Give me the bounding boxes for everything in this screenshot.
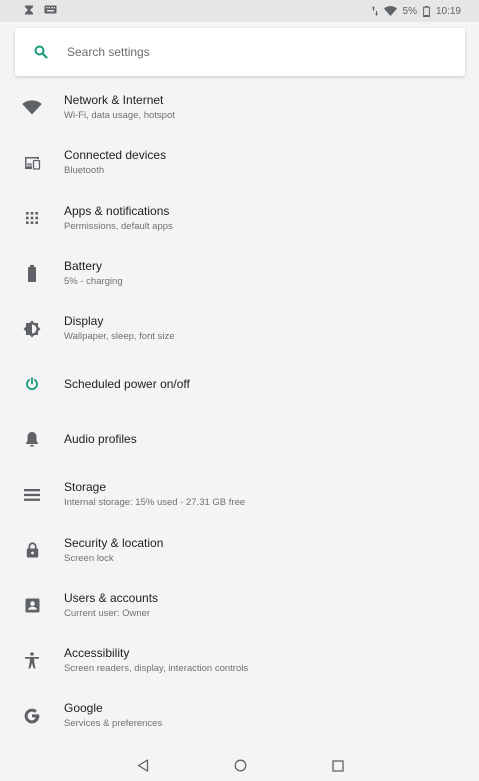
setting-texts: Users & accounts Current user: Owner <box>64 591 158 620</box>
setting-texts: Google Services & preferences <box>64 701 162 730</box>
setting-texts: Security & location Screen lock <box>64 536 163 565</box>
devices-icon <box>0 156 64 170</box>
setting-google[interactable]: Google Services & preferences <box>0 688 479 743</box>
search-placeholder: Search settings <box>67 45 150 59</box>
status-bar-left <box>24 5 57 18</box>
search-bar[interactable]: Search settings <box>15 28 465 76</box>
power-icon <box>0 377 64 391</box>
lock-icon <box>0 542 64 558</box>
setting-texts: Battery 5% - charging <box>64 259 123 288</box>
hourglass-icon <box>24 5 34 18</box>
setting-summary: Current user: Owner <box>64 607 151 619</box>
setting-summary: Internal storage: 15% used - 27.31 GB fr… <box>64 497 246 509</box>
setting-title: Connected devices <box>64 148 167 163</box>
setting-network-internet[interactable]: Network & Internet Wi-Fi, data usage, ho… <box>0 80 479 135</box>
settings-list: Network & Internet Wi-Fi, data usage, ho… <box>0 80 479 744</box>
setting-summary: Services & preferences <box>64 718 163 730</box>
wifi-icon <box>0 100 64 115</box>
google-icon <box>0 707 64 725</box>
setting-summary: 5% - charging <box>64 276 123 288</box>
account-icon <box>0 598 64 613</box>
setting-scheduled-power[interactable]: Scheduled power on/off <box>0 356 479 411</box>
battery-status-icon <box>423 5 430 17</box>
setting-title: Accessibility <box>64 646 130 661</box>
data-arrows-icon <box>371 6 378 16</box>
battery-percent: 5% <box>402 5 417 17</box>
setting-title: Google <box>64 701 103 716</box>
status-bar: 5% 10:19 <box>0 0 479 22</box>
setting-security-location[interactable]: Security & location Screen lock <box>0 522 479 577</box>
setting-audio-profiles[interactable]: Audio profiles <box>0 412 479 467</box>
setting-texts: Display Wallpaper, sleep, font size <box>64 314 175 343</box>
setting-title: Scheduled power on/off <box>64 376 190 391</box>
setting-texts: Connected devices Bluetooth <box>64 148 166 177</box>
home-button[interactable] <box>232 759 248 777</box>
setting-texts: Scheduled power on/off <box>64 377 190 392</box>
storage-icon <box>0 488 64 501</box>
setting-texts: Accessibility Screen readers, display, i… <box>64 646 248 675</box>
setting-title: Users & accounts <box>64 590 159 605</box>
back-button[interactable] <box>135 759 151 777</box>
status-time: 10:19 <box>435 5 461 17</box>
status-bar-right: 5% 10:19 <box>371 5 461 17</box>
settings-screen: 5% 10:19 Search settings Network & Inter… <box>0 0 479 781</box>
setting-summary: Wi-Fi, data usage, hotspot <box>64 110 175 122</box>
navigation-bar <box>0 752 479 781</box>
setting-texts: Apps & notifications Permissions, defaul… <box>64 204 173 233</box>
setting-title: Apps & notifications <box>64 203 170 218</box>
home-circle-icon <box>234 759 247 777</box>
setting-title: Network & Internet <box>64 93 164 108</box>
setting-display[interactable]: Display Wallpaper, sleep, font size <box>0 301 479 356</box>
setting-battery[interactable]: Battery 5% - charging <box>0 246 479 301</box>
setting-title: Storage <box>64 480 107 495</box>
setting-texts: Storage Internal storage: 15% used - 27.… <box>64 480 245 509</box>
setting-storage[interactable]: Storage Internal storage: 15% used - 27.… <box>0 467 479 522</box>
bell-icon <box>0 431 64 448</box>
setting-summary: Permissions, default apps <box>64 220 173 232</box>
setting-summary: Screen lock <box>64 552 114 564</box>
setting-texts: Network & Internet Wi-Fi, data usage, ho… <box>64 93 175 122</box>
setting-apps-notifications[interactable]: Apps & notifications Permissions, defaul… <box>0 191 479 246</box>
setting-title: Display <box>64 314 104 329</box>
setting-users-accounts[interactable]: Users & accounts Current user: Owner <box>0 578 479 633</box>
search-icon <box>15 45 67 59</box>
setting-title: Audio profiles <box>64 431 137 446</box>
brightness-icon <box>0 320 64 338</box>
setting-connected-devices[interactable]: Connected devices Bluetooth <box>0 135 479 190</box>
recents-button[interactable] <box>330 759 346 777</box>
recents-square-icon <box>332 759 344 777</box>
setting-summary: Screen readers, display, interaction con… <box>64 663 249 675</box>
back-triangle-icon <box>137 759 149 777</box>
setting-title: Security & location <box>64 535 164 550</box>
setting-summary: Wallpaper, sleep, font size <box>64 331 175 343</box>
setting-title: Battery <box>64 259 103 274</box>
setting-texts: Audio profiles <box>64 432 137 447</box>
accessibility-icon <box>0 652 64 669</box>
battery-icon <box>0 265 64 283</box>
wifi-status-icon <box>383 6 397 16</box>
apps-grid-icon <box>0 211 64 225</box>
keyboard-icon <box>44 5 57 17</box>
setting-summary: Bluetooth <box>64 165 105 177</box>
setting-accessibility[interactable]: Accessibility Screen readers, display, i… <box>0 633 479 688</box>
